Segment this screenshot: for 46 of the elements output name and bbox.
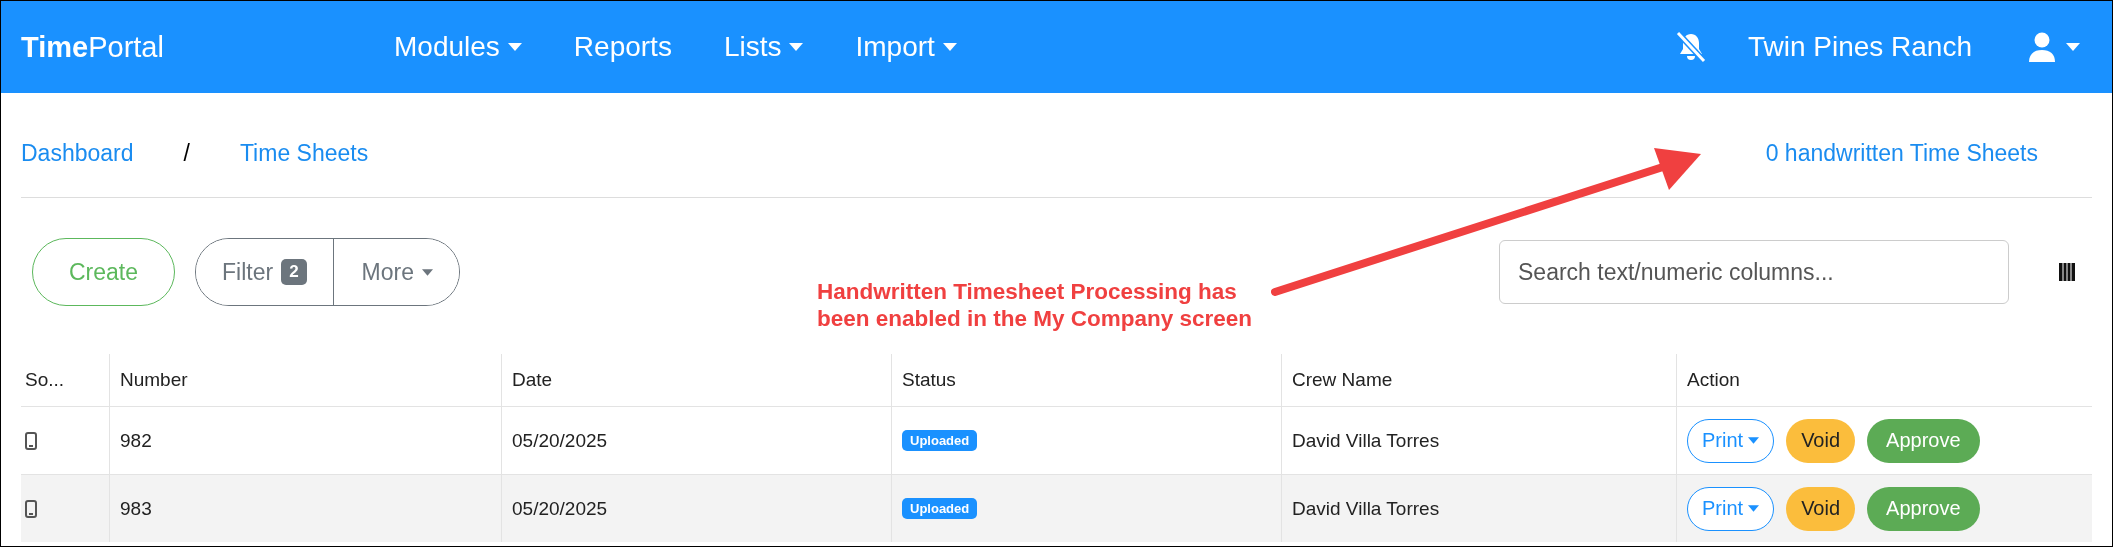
column-header[interactable]: Action [1676,354,2092,406]
more-button[interactable]: More [332,239,459,305]
company-name[interactable]: Twin Pines Ranch [1747,31,1972,63]
column-header[interactable]: Crew Name [1281,354,1676,406]
caret-icon [789,43,804,51]
create-button[interactable]: Create [32,238,175,306]
caret-icon [2066,43,2080,51]
search-field[interactable]: Search text/numeric columns... [1499,240,2009,304]
columns-icon[interactable] [2059,263,2075,281]
table-cell: 05/20/2025 [501,475,891,542]
breadcrumb-separator: / [183,139,190,167]
approve-button[interactable]: Approve [1867,418,1980,463]
void-button[interactable]: Void [1786,418,1856,463]
filter-count-badge: 2 [281,259,307,285]
table-cell: 982 [109,407,501,474]
table-cell: 05/20/2025 [501,407,891,474]
approve-button[interactable]: Approve [1867,486,1980,531]
breadcrumb-link[interactable]: Dashboard [21,139,134,167]
nav-menu-item[interactable]: Reports [573,31,672,63]
nav-menu-item[interactable]: Modules [394,31,522,63]
nav-menu-item[interactable]: Lists [723,31,804,63]
column-header[interactable]: So... [21,354,109,406]
phone-icon [25,431,37,450]
phone-icon [25,499,37,518]
user-menu[interactable] [2028,32,2080,62]
nav-menu-item[interactable]: Import [855,31,957,63]
column-header[interactable]: Date [501,354,891,406]
status-badge: Uploaded [902,430,978,451]
annotation-text: Handwritten Timesheet Processing has been enabled in the My Company screen [817,278,1253,332]
caret-icon [1748,505,1760,512]
caret-icon [942,43,957,51]
brand-logo[interactable]: TimePortal [21,30,394,64]
void-button[interactable]: Void [1786,486,1856,531]
column-header[interactable]: Number [109,354,501,406]
breadcrumb-link[interactable]: Time Sheets [239,139,369,167]
caret-icon [507,43,522,51]
status-badge: Uploaded [902,498,978,519]
table-cell: 983 [109,475,501,542]
table-cell: David Villa Torres [1281,475,1676,542]
handwritten-link[interactable]: 0 handwritten Time Sheets [1765,139,2038,167]
print-button[interactable]: Print [1687,418,1775,463]
table-cell: David Villa Torres [1281,407,1676,474]
caret-icon [422,268,433,276]
caret-icon [1748,437,1760,444]
print-button[interactable]: Print [1687,486,1775,531]
column-header[interactable]: Status [891,354,1281,406]
